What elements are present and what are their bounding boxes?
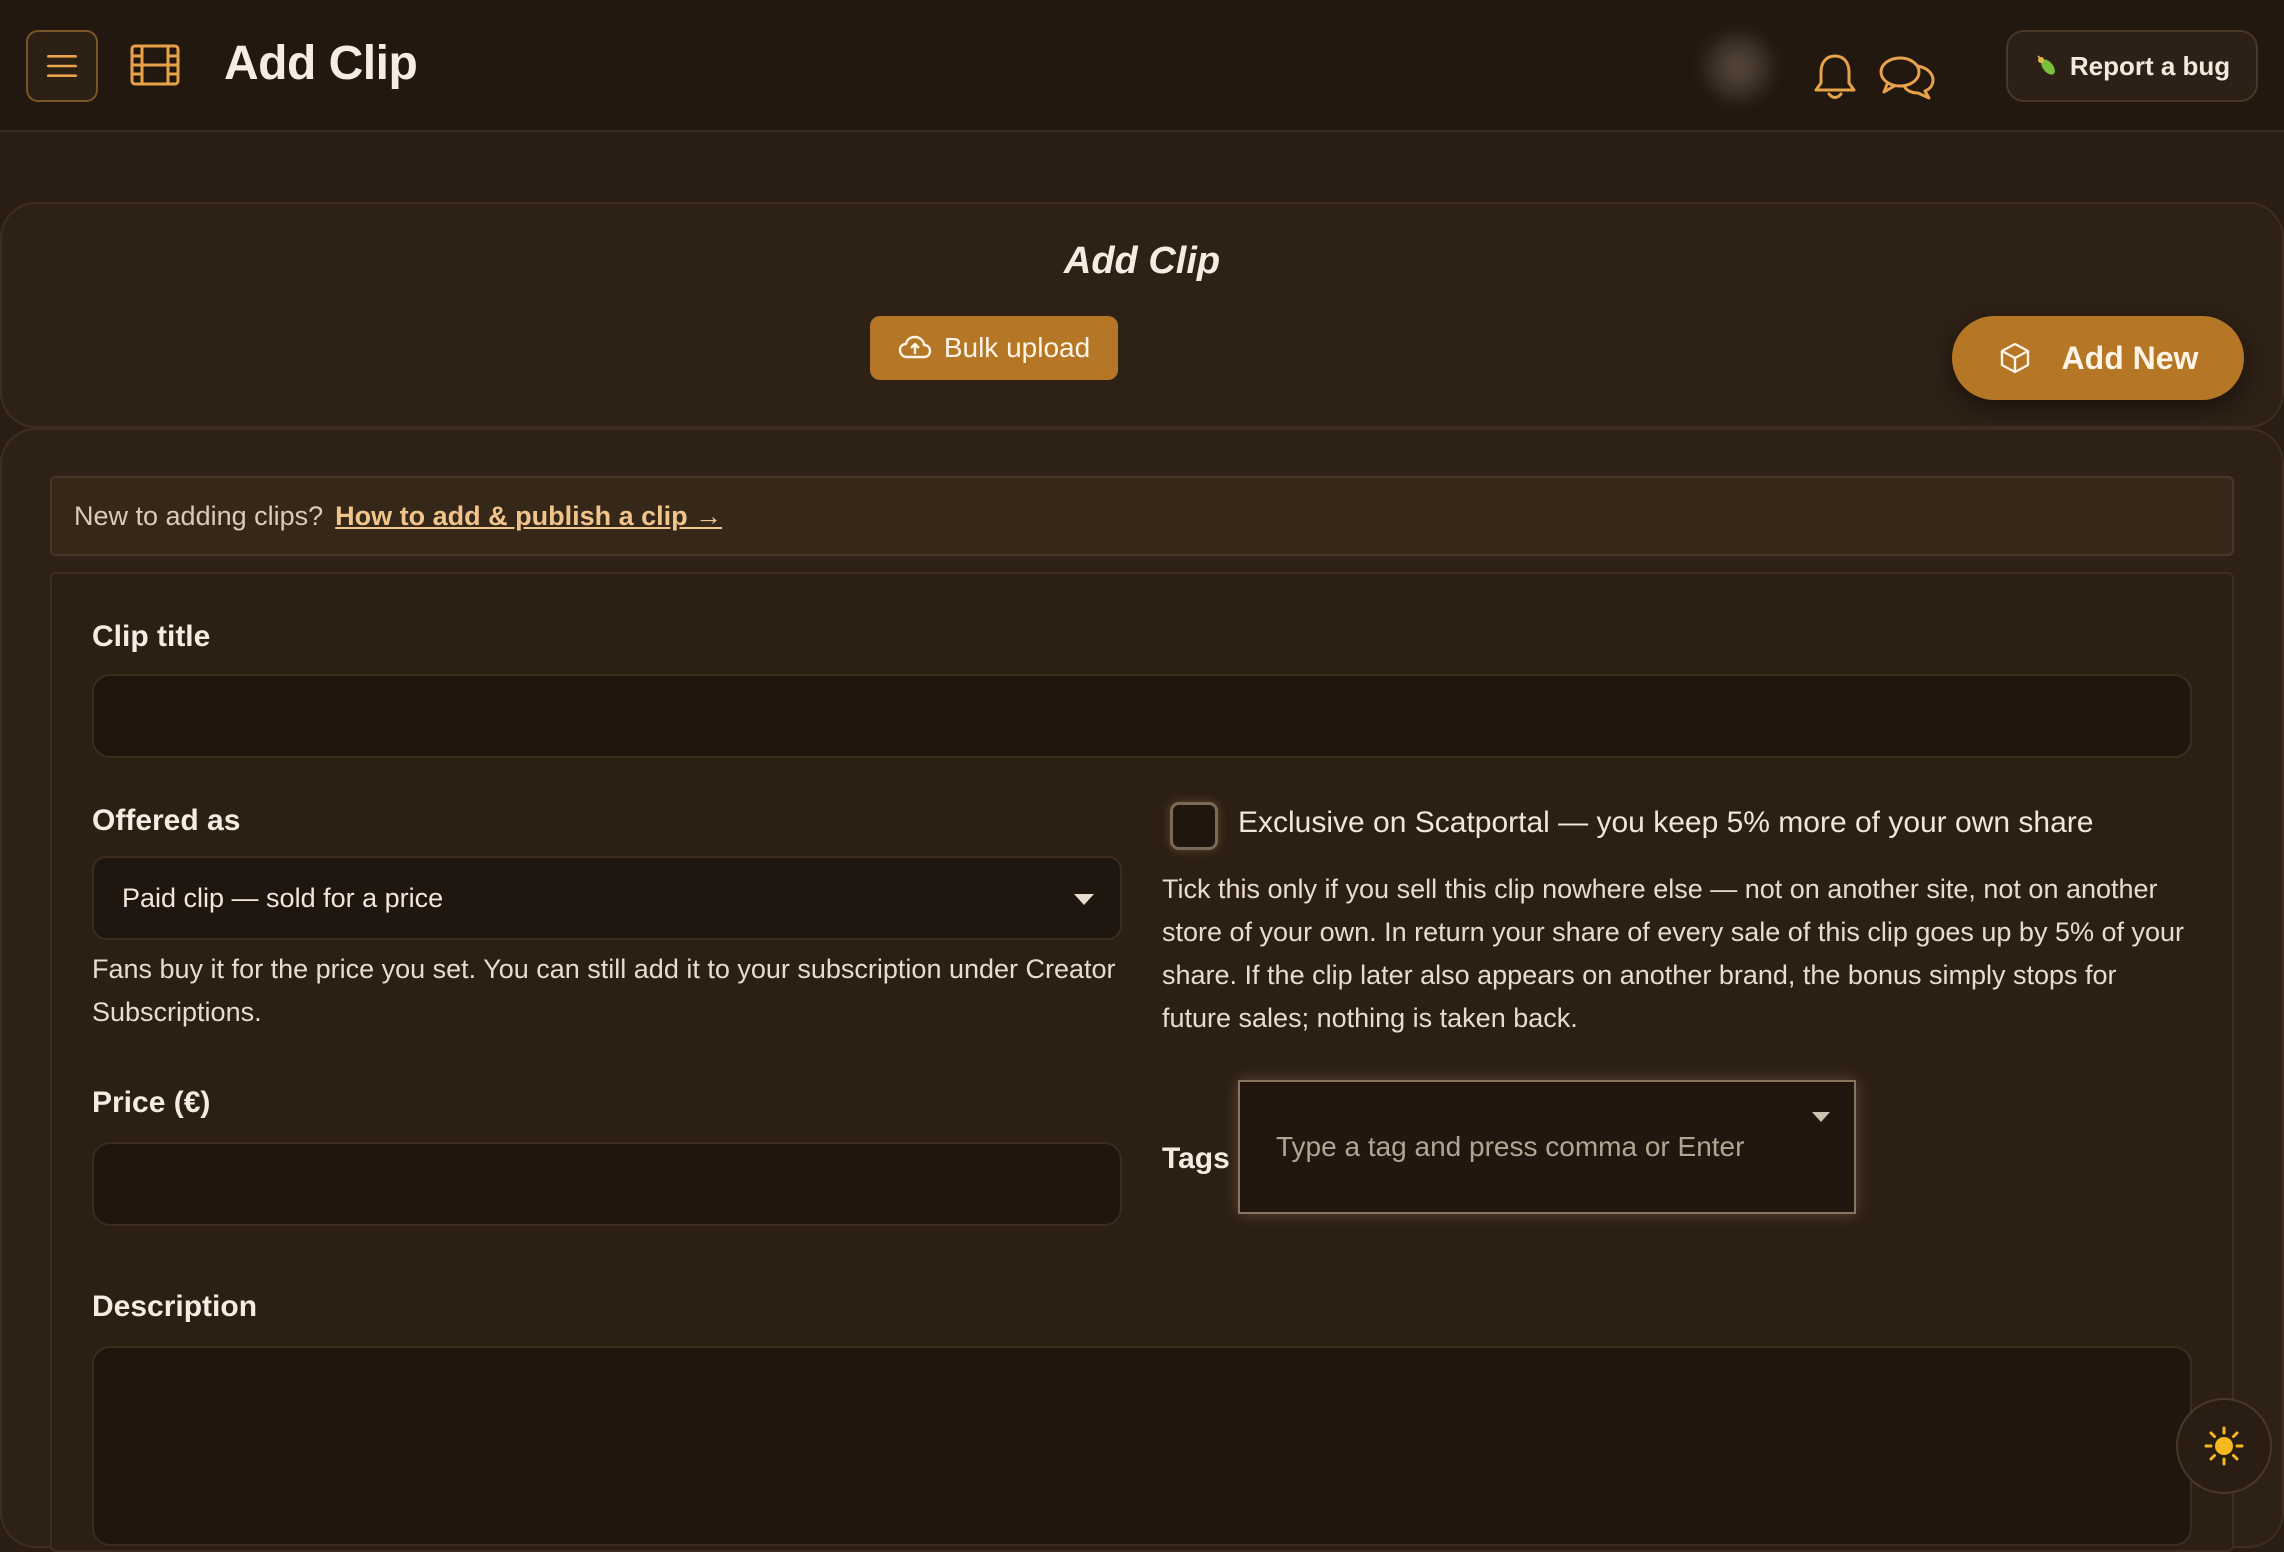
description-label: Description xyxy=(92,1290,258,1323)
price-input[interactable] xyxy=(92,1142,1122,1226)
menu-button[interactable] xyxy=(26,30,98,102)
report-bug-button[interactable]: Report a bug xyxy=(2006,30,2258,102)
clip-title-input[interactable] xyxy=(92,674,2192,758)
bug-icon xyxy=(2037,55,2055,75)
exclusive-checkbox[interactable] xyxy=(1170,802,1218,850)
price-label: Price (€) xyxy=(92,1086,211,1119)
top-bar: Add Clip Report a bug xyxy=(0,0,2284,132)
theme-toggle-button[interactable] xyxy=(2176,1398,2272,1494)
description-textarea[interactable] xyxy=(92,1346,2192,1546)
menu-icon xyxy=(47,55,77,77)
offered-as-help: Fans buy it for the price you set. You c… xyxy=(92,954,1116,1027)
offered-as-label: Offered as xyxy=(92,804,241,837)
offered-as-select[interactable]: Paid clip — sold for a price xyxy=(92,856,1122,940)
offered-as-selected: Paid clip — sold for a price xyxy=(122,882,444,913)
add-new-label: Add New xyxy=(2061,339,2199,376)
bulk-upload-button[interactable]: Bulk upload xyxy=(870,316,1118,380)
film-icon xyxy=(130,44,180,86)
cloud-upload-icon xyxy=(898,335,932,359)
help-banner-text: New to adding clips? xyxy=(74,500,324,531)
chevron-down-icon xyxy=(1074,894,1094,905)
sun-icon xyxy=(2204,1426,2244,1466)
page-title: Add Clip xyxy=(1063,240,1221,282)
tags-input[interactable]: Type a tag and press comma or Enter xyxy=(1238,1080,1856,1214)
help-banner: New to adding clips? How to add & publis… xyxy=(50,476,2234,556)
clip-title-label: Clip title xyxy=(92,620,211,653)
exclusive-help: Tick this only if you sell this clip now… xyxy=(1162,874,2185,1033)
chat-icon[interactable] xyxy=(1878,54,1936,100)
avatar[interactable] xyxy=(1698,30,1778,104)
add-new-button[interactable]: Add New xyxy=(1952,316,2244,400)
tags-placeholder: Type a tag and press comma or Enter xyxy=(1276,1131,1745,1162)
exclusive-label[interactable]: Exclusive on Scatportal — you keep 5% mo… xyxy=(1238,806,2093,840)
help-guide-link[interactable]: How to add & publish a clip → xyxy=(335,501,722,532)
tags-label: Tags xyxy=(1162,1142,1230,1175)
bell-icon[interactable] xyxy=(1812,52,1858,102)
chevron-down-icon[interactable] xyxy=(1812,1112,1830,1122)
report-bug-label: Report a bug xyxy=(2069,50,2231,81)
app-title: Add Clip xyxy=(224,37,418,90)
bulk-upload-label: Bulk upload xyxy=(943,332,1091,363)
box-icon xyxy=(2000,342,2029,374)
header-card xyxy=(0,202,2284,428)
